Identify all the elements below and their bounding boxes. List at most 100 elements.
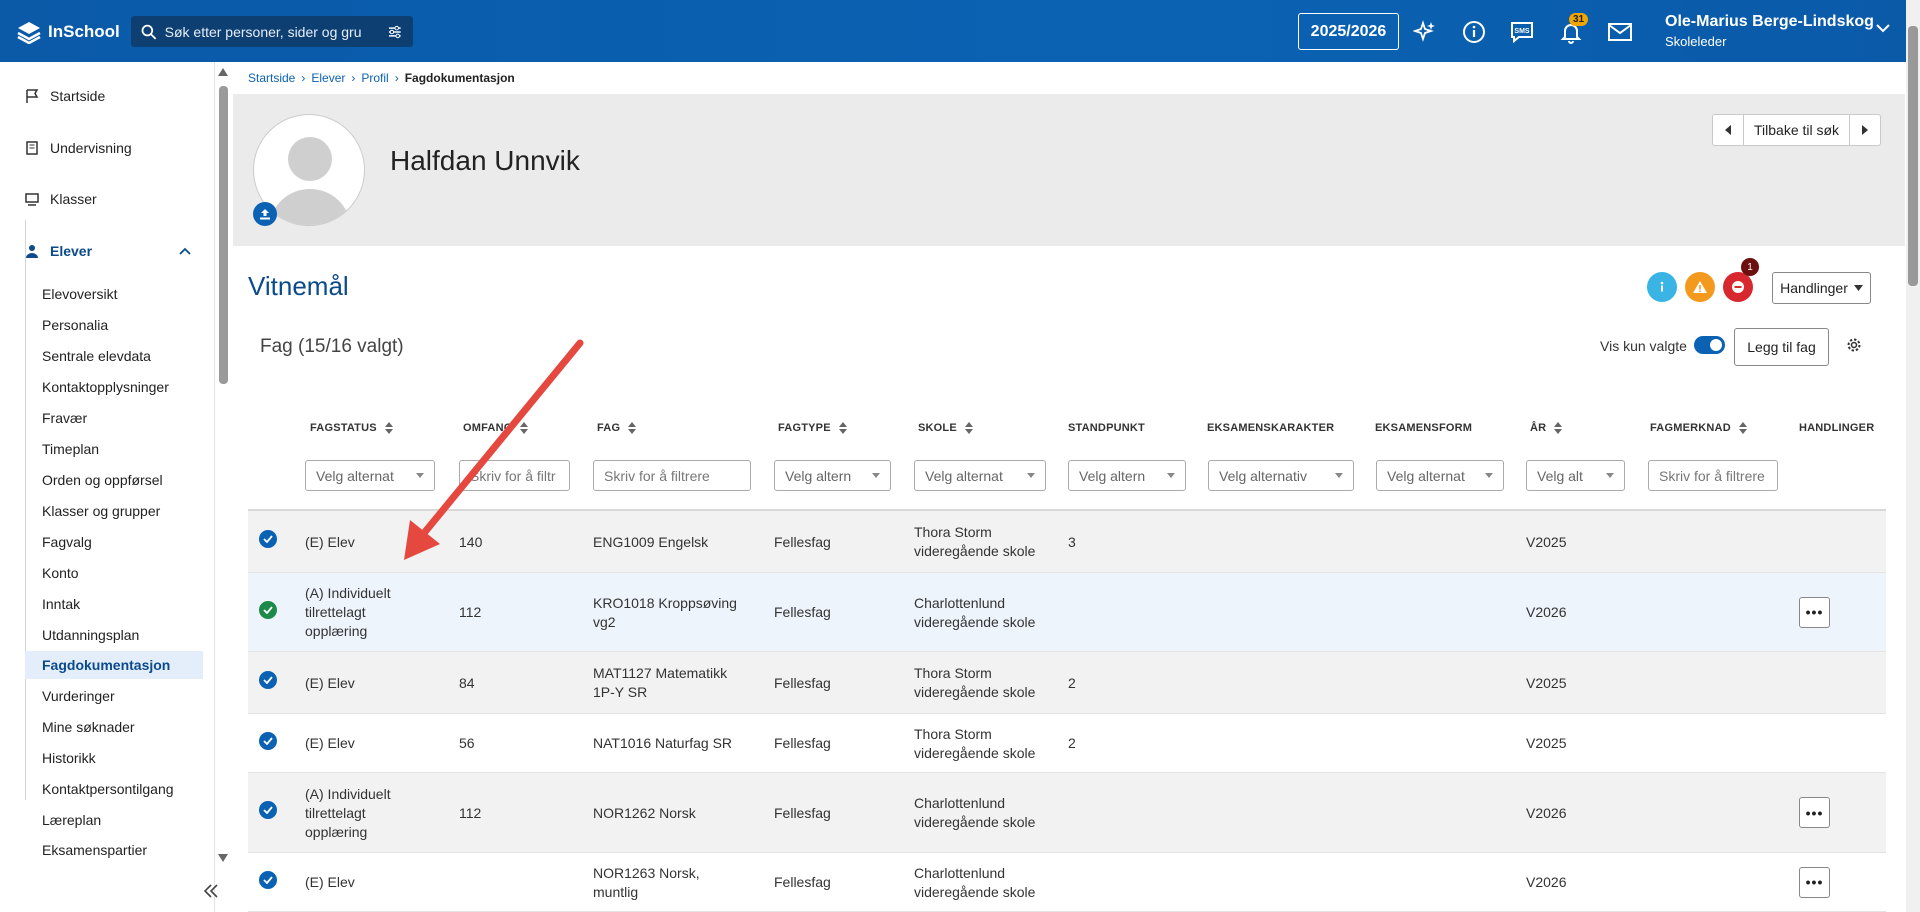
sidebar-subitem-timeplan[interactable]: Timeplan bbox=[42, 441, 99, 457]
column-header-fagmerknad[interactable]: FAGMERKNAD bbox=[1650, 422, 1747, 434]
sms-icon[interactable]: SMS bbox=[1509, 19, 1535, 45]
filter-text-input[interactable]: Skriv for å filtr bbox=[459, 460, 570, 491]
row-checkbox[interactable] bbox=[259, 600, 277, 619]
cell-fagtype: Fellesfag bbox=[774, 804, 831, 821]
filter-select[interactable]: Velg altern bbox=[1068, 460, 1186, 491]
sidebar-item-elever[interactable]: Elever bbox=[24, 243, 92, 259]
caret-down-icon bbox=[416, 473, 424, 478]
row-actions-button[interactable]: ••• bbox=[1799, 596, 1830, 628]
sidebar-subitem-personalia[interactable]: Personalia bbox=[42, 317, 108, 333]
column-header-omfang[interactable]: OMFANG bbox=[463, 422, 529, 434]
search-input[interactable] bbox=[164, 23, 380, 40]
sparkle-ai-icon[interactable] bbox=[1412, 19, 1438, 45]
filter-text-input[interactable]: Skriv for å filtrere bbox=[593, 460, 751, 491]
sidebar-subitem-klasser-og-grupper[interactable]: Klasser og grupper bbox=[42, 503, 160, 519]
next-student-button[interactable] bbox=[1850, 115, 1880, 145]
user-role: Skoleleder bbox=[1665, 34, 1727, 49]
page-scroll-thumb[interactable] bbox=[1908, 26, 1918, 286]
filter-select[interactable]: Velg alternat bbox=[914, 460, 1046, 491]
filter-select[interactable]: Velg alternat bbox=[305, 460, 435, 491]
mail-icon[interactable] bbox=[1607, 19, 1633, 45]
row-checkbox[interactable] bbox=[259, 731, 277, 750]
sidebar-subitem-vurderinger[interactable]: Vurderinger bbox=[42, 688, 115, 704]
cell-skole: Thora Storm videregående skole bbox=[914, 725, 1036, 761]
filter-placeholder: Velg alternat bbox=[316, 467, 394, 484]
cell-standpunkt: 3 bbox=[1068, 533, 1076, 550]
upload-photo-button[interactable] bbox=[253, 202, 277, 226]
collapse-sidebar-icon[interactable] bbox=[203, 883, 219, 899]
checkmark-icon bbox=[263, 875, 273, 884]
filter-select[interactable]: Velg altern bbox=[774, 460, 891, 491]
breadcrumb-separator: › bbox=[301, 71, 306, 85]
row-actions-button[interactable]: ••• bbox=[1799, 866, 1830, 898]
breadcrumb-profil[interactable]: Profil bbox=[361, 71, 388, 85]
row-checkbox[interactable] bbox=[259, 801, 277, 819]
column-header-fag[interactable]: FAG bbox=[597, 422, 637, 434]
app-logo[interactable]: InSchool bbox=[16, 20, 120, 44]
back-navigation: Tilbake til søk bbox=[1712, 114, 1882, 146]
error-icon[interactable] bbox=[1723, 272, 1753, 302]
column-header-år[interactable]: ÅR bbox=[1530, 422, 1563, 434]
filter-select[interactable]: Velg alt bbox=[1526, 460, 1625, 491]
actions-dropdown-button[interactable]: Handlinger bbox=[1772, 272, 1871, 304]
breadcrumb-startside[interactable]: Startside bbox=[248, 71, 295, 85]
sidebar-subitem-utdanningsplan[interactable]: Utdanningsplan bbox=[42, 627, 139, 643]
sidebar-subitem-mine-søknader[interactable]: Mine søknader bbox=[42, 719, 135, 735]
sidebar-subitem-kontaktpersontilgang[interactable]: Kontaktpersontilgang bbox=[42, 781, 174, 797]
row-checkbox[interactable] bbox=[259, 870, 277, 889]
sidebar-item-label: Startside bbox=[50, 88, 106, 104]
subjects-title: Fag (15/16 valgt) bbox=[260, 336, 404, 357]
section-title: Vitnemål bbox=[248, 271, 349, 301]
sidebar-subitem-sentrale-elevdata[interactable]: Sentrale elevdata bbox=[42, 348, 151, 364]
caret-left-icon bbox=[1725, 125, 1731, 135]
column-header-skole[interactable]: SKOLE bbox=[918, 422, 973, 434]
column-header-label: ÅR bbox=[1530, 422, 1547, 434]
sidebar-subitem-fravær[interactable]: Fravær bbox=[42, 410, 87, 426]
row-checkbox[interactable] bbox=[259, 671, 277, 689]
info-status-icon[interactable] bbox=[1647, 272, 1677, 302]
sidebar-subitem-fagdokumentasjon[interactable]: Fagdokumentasjon bbox=[25, 651, 203, 679]
filter-placeholder: Velg altern bbox=[785, 467, 852, 484]
warning-icon[interactable] bbox=[1685, 272, 1715, 302]
sort-icon bbox=[384, 422, 393, 434]
school-year-button[interactable]: 2025/2026 bbox=[1298, 13, 1399, 50]
info-icon[interactable] bbox=[1461, 19, 1487, 45]
row-actions-button[interactable]: ••• bbox=[1799, 797, 1830, 828]
sidebar-subitem-inntak[interactable]: Inntak bbox=[42, 596, 80, 612]
breadcrumb-current: Fagdokumentasjon bbox=[404, 71, 515, 85]
user-menu[interactable]: Ole-Marius Berge-Lindskog Skoleleder bbox=[1665, 13, 1890, 49]
scroll-down-icon[interactable] bbox=[218, 854, 228, 862]
gear-icon[interactable] bbox=[1846, 337, 1862, 353]
sidebar-item-undervisning[interactable]: Undervisning bbox=[24, 140, 132, 156]
breadcrumb: Startside › Elever › Profil › Fagdokumentas… bbox=[248, 71, 515, 85]
sidebar-item-startside[interactable]: Startside bbox=[24, 88, 105, 104]
column-header-label: OMFANG bbox=[463, 422, 513, 434]
scroll-up-icon[interactable] bbox=[218, 68, 228, 76]
sidebar-subitem-eksamenspartier[interactable]: Eksamenspartier bbox=[42, 842, 147, 858]
previous-student-button[interactable] bbox=[1713, 115, 1743, 145]
row-checkbox[interactable] bbox=[259, 530, 277, 548]
sidebar-subitem-kontaktopplysninger[interactable]: Kontaktopplysninger bbox=[42, 379, 169, 395]
cell-skole: Thora Storm videregående skole bbox=[914, 665, 1036, 700]
add-subject-button[interactable]: Legg til fag bbox=[1734, 328, 1829, 366]
filter-sliders-icon[interactable] bbox=[387, 24, 403, 40]
column-header-fagstatus[interactable]: FAGSTATUS bbox=[310, 422, 393, 434]
sidebar-subitem-orden-og-oppførsel[interactable]: Orden og oppførsel bbox=[42, 472, 163, 488]
sidebar-subitem-historikk[interactable]: Historikk bbox=[42, 750, 96, 766]
sidebar-subitem-elevoversikt[interactable]: Elevoversikt bbox=[42, 286, 117, 302]
sidebar-item-klasser[interactable]: Klasser bbox=[24, 191, 97, 207]
chevron-up-icon[interactable] bbox=[179, 247, 191, 255]
sidebar-subitem-konto[interactable]: Konto bbox=[42, 565, 79, 581]
sidebar-scroll-thumb[interactable] bbox=[219, 86, 228, 384]
filter-text-input[interactable]: Skriv for å filtrere bbox=[1648, 460, 1778, 491]
global-search[interactable] bbox=[131, 16, 413, 47]
column-header-fagtype[interactable]: FAGTYPE bbox=[778, 422, 847, 434]
sidebar-subitem-læreplan[interactable]: Læreplan bbox=[42, 812, 101, 828]
show-selected-toggle[interactable] bbox=[1694, 336, 1725, 354]
filter-select[interactable]: Velg alternat bbox=[1376, 460, 1504, 491]
filter-select[interactable]: Velg alternativ bbox=[1208, 460, 1354, 491]
breadcrumb-elever[interactable]: Elever bbox=[311, 71, 345, 85]
back-to-search-button[interactable]: Tilbake til søk bbox=[1743, 115, 1851, 145]
cell-fag: NOR1262 Norsk bbox=[593, 804, 696, 821]
sidebar-subitem-fagvalg[interactable]: Fagvalg bbox=[42, 534, 92, 550]
